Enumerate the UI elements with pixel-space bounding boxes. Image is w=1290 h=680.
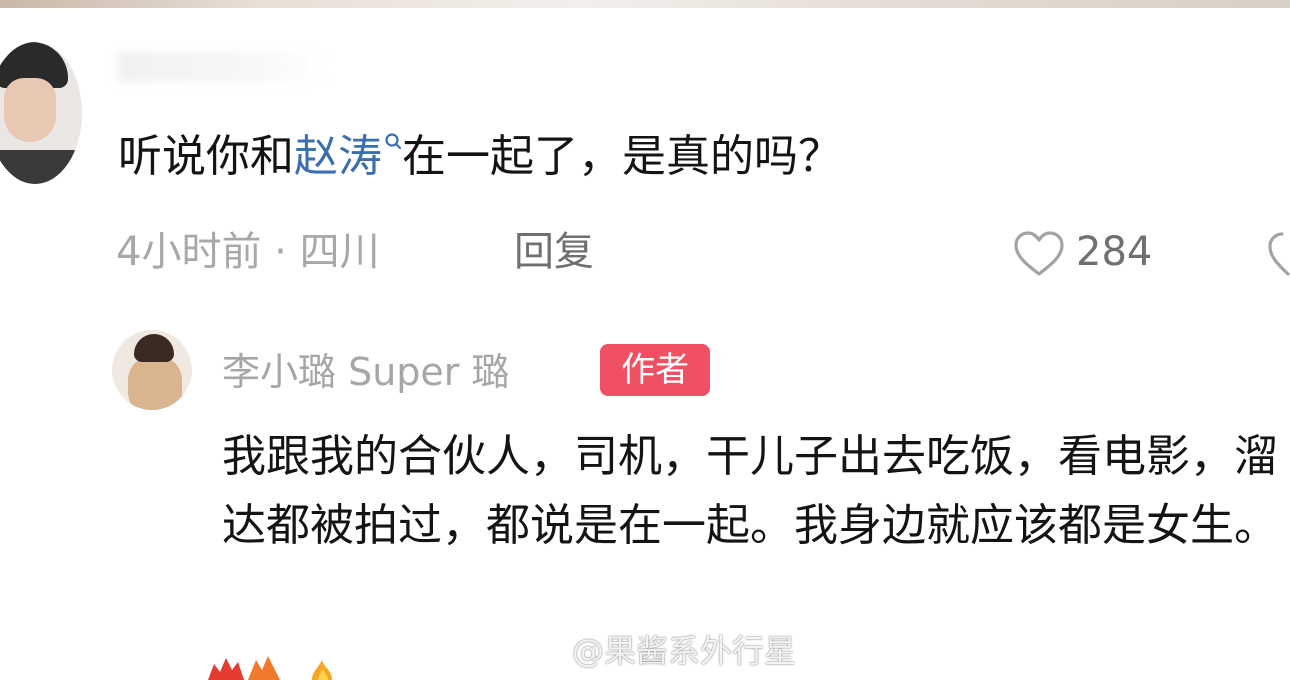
heart-icon[interactable]	[1012, 230, 1066, 278]
comment-text-after: 在一起了，是真的吗？	[402, 131, 842, 182]
dislike-icon[interactable]	[1266, 230, 1290, 278]
like-count: 284	[1076, 229, 1153, 275]
comment-time-location: 4小时前 · 四川	[116, 229, 380, 275]
reply-author-name[interactable]: 李小璐 Super 璐	[222, 346, 510, 398]
author-badge: 作者	[600, 344, 710, 396]
top-image-strip	[0, 0, 1290, 8]
comment-meta-row: 4小时前 · 四川 回复 284	[116, 222, 1290, 282]
watermark: @果酱系外行星	[528, 630, 796, 672]
weibo-logo-icon	[528, 641, 564, 669]
reply-text: 我跟我的合伙人，司机，干儿子出去吃饭，看电影，溜达都被拍过，都说是在一起。我身边…	[222, 431, 1278, 551]
reply-button[interactable]: 回复	[514, 222, 594, 282]
fire-emoji-icon	[208, 656, 332, 680]
commenter-name-blurred	[118, 52, 328, 82]
mention-name: 赵涛	[294, 131, 382, 182]
commenter-avatar[interactable]	[0, 42, 82, 184]
comment-text: 听说你和赵涛 在一起了，是真的吗？	[118, 126, 842, 188]
search-icon	[384, 126, 402, 156]
mention-link[interactable]: 赵涛	[294, 131, 402, 182]
watermark-text: @果酱系外行星	[572, 632, 797, 670]
author-avatar[interactable]	[112, 330, 192, 410]
comment-text-before: 听说你和	[118, 131, 294, 182]
